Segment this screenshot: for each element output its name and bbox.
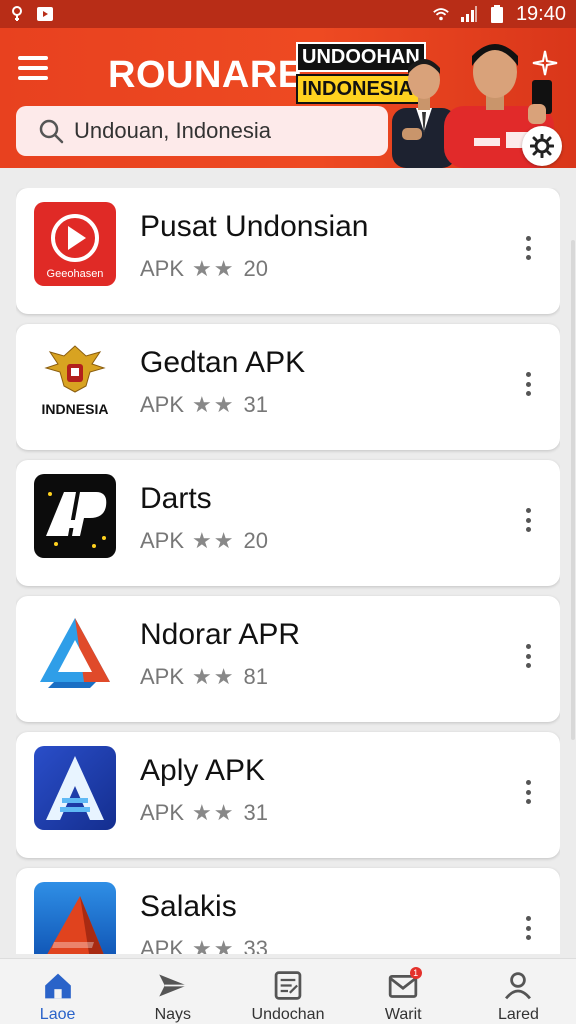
garuda-emblem-icon: INDNESIA xyxy=(34,338,116,422)
app-type: APK xyxy=(140,664,185,689)
app-meta: APK ★★ 20 xyxy=(140,528,268,554)
star-rating: ★★ xyxy=(192,528,236,553)
battery-icon xyxy=(490,5,503,23)
app-list[interactable]: Geeohasen Pusat Undonsian APK ★★ 20 INDN… xyxy=(16,188,560,954)
more-options-button[interactable] xyxy=(518,232,538,264)
prism-triangle-icon xyxy=(34,610,116,694)
more-options-button[interactable] xyxy=(518,640,538,672)
status-time: 19:40 xyxy=(515,2,566,25)
app-type: APK xyxy=(140,528,185,553)
app-header: ROUNARE UNDOOHAN INDONESIA! Undouan, Ind… xyxy=(0,28,576,168)
star-rating: ★★ xyxy=(192,936,236,954)
settings-button[interactable] xyxy=(522,126,562,166)
menu-button[interactable] xyxy=(18,56,48,80)
app-name: Gedtan APK xyxy=(140,346,306,379)
more-options-button[interactable] xyxy=(518,912,538,944)
app-icon-caption: Geeohasen xyxy=(47,268,104,280)
star-rating: ★★ xyxy=(192,392,236,417)
app-meta: APK ★★ 33 xyxy=(140,936,268,954)
search-bar[interactable]: Undouan, Indonesia xyxy=(16,106,388,156)
scrollbar[interactable] xyxy=(571,240,575,740)
search-icon xyxy=(39,119,64,144)
profile-icon xyxy=(505,972,532,1000)
app-card[interactable]: Aply APK APK ★★ 31 xyxy=(16,732,560,858)
nav-label: Lared xyxy=(497,1006,539,1023)
nav-label: Nays xyxy=(154,1006,192,1023)
app-card[interactable]: Salakis APK ★★ 33 xyxy=(16,868,560,954)
send-icon xyxy=(159,974,187,997)
star-rating: ★★ xyxy=(192,664,236,689)
app-card[interactable]: Ndorar APR APK ★★ 81 xyxy=(16,596,560,722)
more-options-button[interactable] xyxy=(518,368,538,400)
red-arrow-icon xyxy=(34,882,116,954)
app-type: APK xyxy=(140,392,185,417)
app-meta: APK ★★ 81 xyxy=(140,664,268,690)
app-meta: APK ★★ 31 xyxy=(140,800,268,826)
star-rating: ★★ xyxy=(192,256,236,281)
app-type: APK xyxy=(140,800,185,825)
app-count: 20 xyxy=(243,256,268,281)
more-options-button[interactable] xyxy=(518,776,538,808)
nav-label: Warit xyxy=(384,1006,422,1023)
status-bar: 19:40 xyxy=(0,0,576,28)
app-count: 31 xyxy=(243,392,268,417)
brand-title: ROUNARE xyxy=(108,54,304,96)
bottom-navigation: Laoe Nays Undochan 1 Warit Lared xyxy=(0,958,576,1024)
nav-undochan[interactable]: Undochan xyxy=(230,959,345,1024)
gear-icon xyxy=(530,134,554,158)
notification-icon xyxy=(12,6,22,21)
nav-warit[interactable]: 1 Warit xyxy=(346,959,461,1024)
app-type: APK xyxy=(140,936,185,954)
signal-icon xyxy=(460,6,477,22)
app-icon-caption: INDNESIA xyxy=(42,401,109,417)
nav-label: Laoe xyxy=(39,1006,76,1023)
home-icon xyxy=(44,973,71,999)
app-card[interactable]: INDNESIA Gedtan APK APK ★★ 31 xyxy=(16,324,560,450)
app-type: APK xyxy=(140,256,185,281)
nav-label: Undochan xyxy=(251,1006,325,1023)
app-count: 20 xyxy=(243,528,268,553)
app-name: Darts xyxy=(140,482,212,515)
app-count: 31 xyxy=(243,800,268,825)
star-rating: ★★ xyxy=(192,800,236,825)
nav-lared[interactable]: Lared xyxy=(461,959,576,1024)
wifi-icon xyxy=(433,8,449,21)
nav-nays[interactable]: Nays xyxy=(115,959,230,1024)
app-name: Pusat Undonsian xyxy=(140,210,369,243)
app-name: Ndorar APR xyxy=(140,618,301,651)
notification-badge: 1 xyxy=(409,967,422,979)
app-count: 81 xyxy=(243,664,268,689)
app-count: 33 xyxy=(243,936,268,954)
youtube-icon xyxy=(37,7,53,21)
app-meta: APK ★★ 31 xyxy=(140,392,268,418)
sparkle-icon xyxy=(532,50,558,76)
play-icon: Geeohasen xyxy=(34,202,116,286)
a-letter-icon xyxy=(34,746,116,830)
ap-logo-icon xyxy=(34,474,116,558)
nav-home[interactable]: Laoe xyxy=(0,959,115,1024)
app-name: Aply APK xyxy=(140,754,266,787)
app-meta: APK ★★ 20 xyxy=(140,256,268,282)
more-options-button[interactable] xyxy=(518,504,538,536)
document-icon xyxy=(274,971,302,1000)
search-input[interactable]: Undouan, Indonesia xyxy=(74,118,271,144)
app-card[interactable]: Geeohasen Pusat Undonsian APK ★★ 20 xyxy=(16,188,560,314)
app-name: Salakis xyxy=(140,890,237,923)
app-card[interactable]: Darts APK ★★ 20 xyxy=(16,460,560,586)
